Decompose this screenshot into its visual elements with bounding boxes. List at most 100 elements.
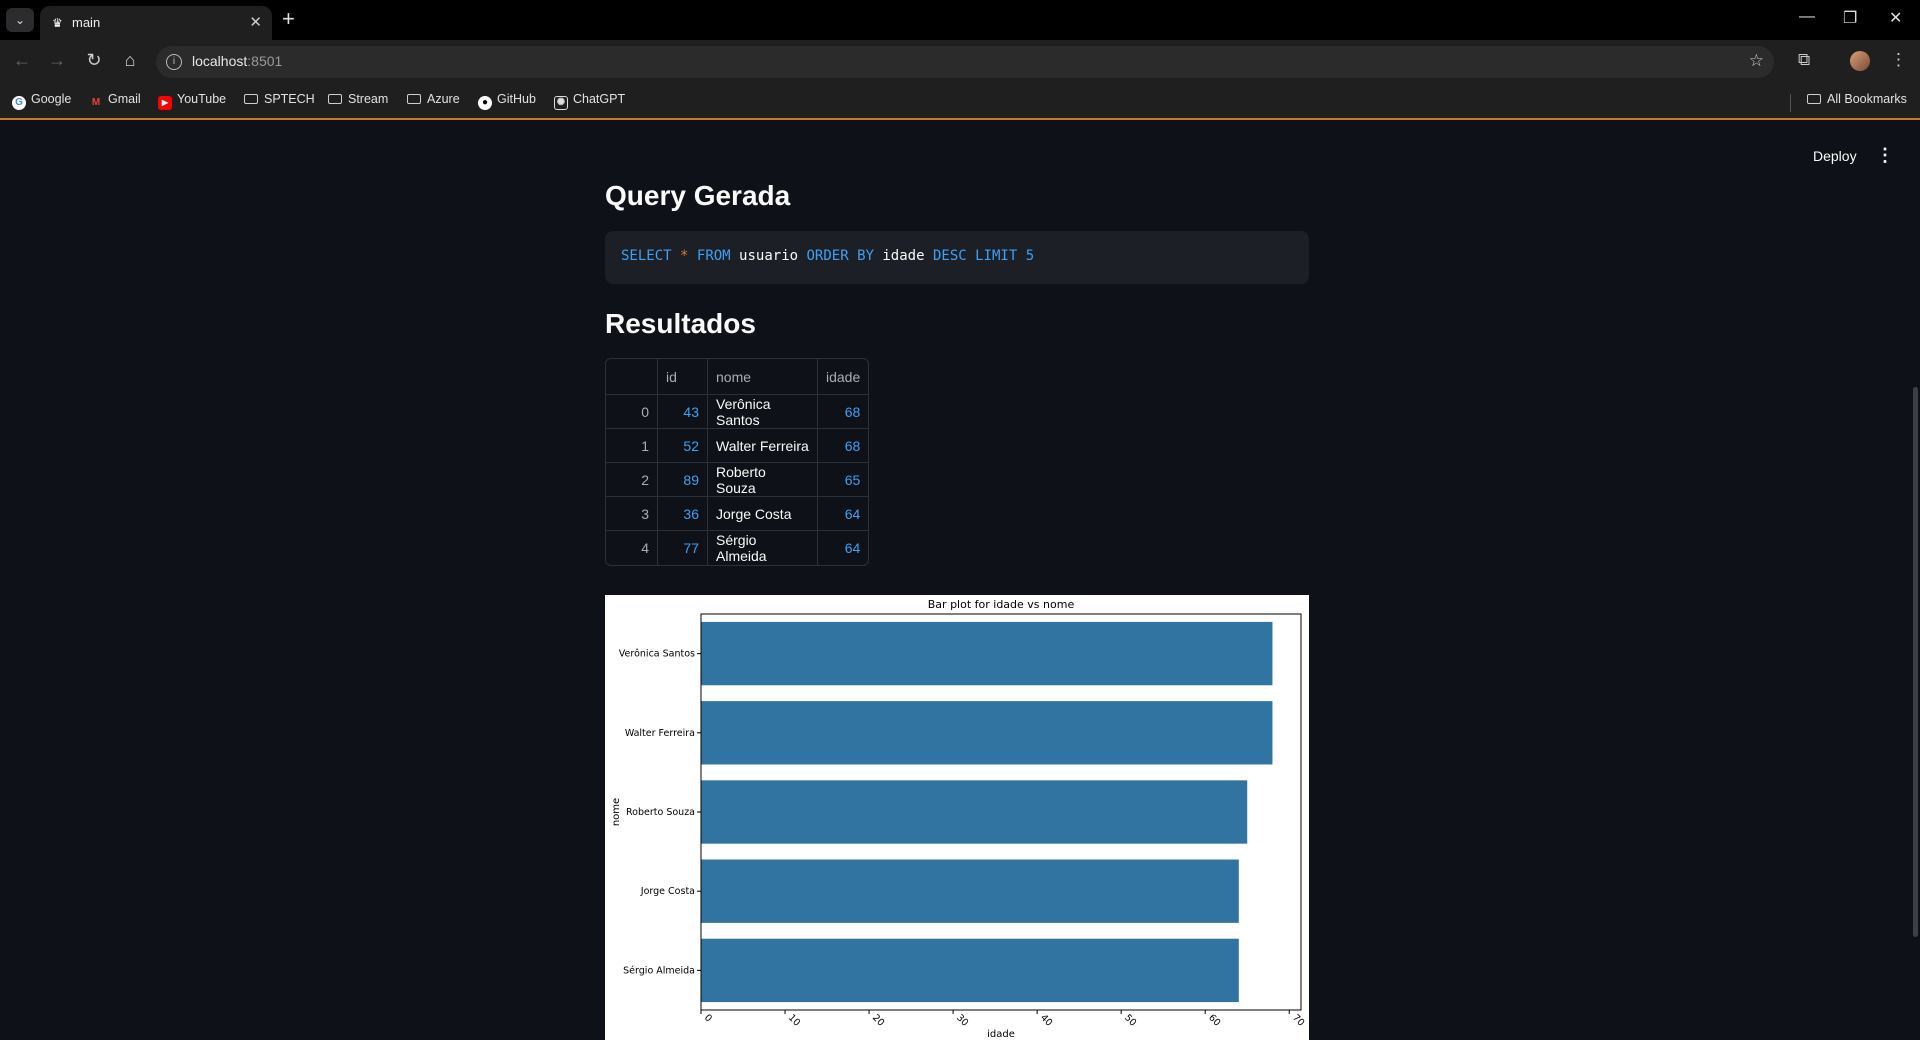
page-scrollbar[interactable] [1913, 387, 1918, 937]
reload-icon[interactable]: ↻ [82, 50, 106, 71]
bookmark-gmail[interactable]: M Gmail [89, 92, 141, 110]
cell-nome[interactable]: Walter Ferreira [708, 429, 818, 463]
browser-tab-strip: ⌄ ♛ main ✕ + — ❐ ✕ [0, 0, 1920, 40]
all-bookmarks[interactable]: All Bookmarks [1807, 92, 1907, 106]
tab-title: main [72, 15, 101, 30]
x-tick-label: 70 [1290, 1012, 1306, 1028]
bookmark-sptech[interactable]: SPTECH [244, 92, 315, 106]
results-heading: Resultados [605, 308, 756, 339]
sql-query-text: SELECT * FROM usuario ORDER BY idade DES… [621, 248, 1035, 264]
table-row: 3 36 Jorge Costa 64 [606, 497, 869, 531]
bookmark-github[interactable]: ● GitHub [478, 92, 536, 110]
y-tick-label: Walter Ferreira [625, 728, 695, 739]
bookmarks-divider [1790, 94, 1791, 112]
table-row: 0 43 Verônica Santos 68 [606, 395, 869, 429]
table-row: 1 52 Walter Ferreira 68 [606, 429, 869, 463]
bar [701, 780, 1248, 844]
folder-icon [1807, 94, 1821, 104]
gmail-icon: M [91, 97, 101, 108]
browser-menu-kebab-icon[interactable]: ⋮ [1890, 50, 1907, 70]
bookmarks-bar: G Google M Gmail ▶ YouTube SPTECH Stream Az… [0, 84, 1920, 120]
column-header-nome[interactable]: nome [708, 359, 818, 395]
cell-idade[interactable]: 65 [818, 463, 869, 497]
cell-nome[interactable]: Verônica Santos [708, 395, 818, 429]
x-tick-label: 50 [1122, 1012, 1138, 1028]
browser-tab[interactable]: ♛ main ✕ [40, 6, 272, 40]
close-tab-icon[interactable]: ✕ [249, 13, 262, 31]
cell-id[interactable]: 89 [658, 463, 708, 497]
cell-id[interactable]: 52 [658, 429, 708, 463]
github-icon: ● [478, 96, 492, 110]
back-arrow-icon[interactable]: ← [10, 50, 34, 71]
table-row: 2 89 Roberto Souza 65 [606, 463, 869, 497]
app-menu-kebab-icon[interactable]: ⋮ [1876, 145, 1894, 166]
bar-chart-svg: Bar plot for idade vs nome Verônica Santo… [611, 598, 1306, 1040]
browser-toolbar: ← → ↻ ⌂ i localhost:8501 ☆ ⧉ ⋮ [0, 40, 1920, 84]
cell-nome[interactable]: Jorge Costa [708, 497, 818, 531]
y-tick-label: Verônica Santos [619, 649, 695, 660]
bar [701, 621, 1273, 686]
close-window-icon[interactable]: ✕ [1889, 8, 1902, 28]
bar [701, 859, 1239, 923]
site-info-icon[interactable]: i [166, 54, 182, 70]
profile-avatar[interactable] [1850, 51, 1870, 71]
y-tick-label: Roberto Souza [626, 807, 695, 818]
chart-title: Bar plot for idade vs nome [928, 598, 1075, 611]
cell-idade[interactable]: 64 [818, 531, 868, 565]
address-bar[interactable]: i localhost:8501 ☆ [156, 46, 1774, 78]
cell-id[interactable]: 43 [658, 395, 708, 429]
google-icon: G [12, 96, 26, 110]
row-index: 3 [606, 497, 658, 531]
tab-search-chevron-icon[interactable]: ⌄ [6, 8, 34, 32]
folder-icon [328, 94, 342, 104]
cell-nome[interactable]: Roberto Souza [708, 463, 818, 497]
x-tick-label: 0 [702, 1012, 714, 1024]
x-tick-label: 40 [1038, 1012, 1054, 1028]
row-index: 2 [606, 463, 658, 497]
youtube-icon: ▶ [158, 96, 172, 110]
sql-code-block: SELECT * FROM usuario ORDER BY idade DES… [605, 231, 1309, 284]
extensions-puzzle-icon[interactable]: ⧉ [1798, 50, 1810, 70]
deploy-button[interactable]: Deploy [1813, 148, 1857, 164]
restore-window-icon[interactable]: ❐ [1843, 8, 1857, 28]
bar-chart: Bar plot for idade vs nome Verônica Santo… [605, 595, 1309, 1040]
forward-arrow-icon[interactable]: → [45, 50, 69, 71]
home-icon[interactable]: ⌂ [118, 50, 142, 71]
y-axis-label: nome [611, 798, 622, 826]
minimize-icon[interactable]: — [1799, 8, 1815, 26]
column-header-index[interactable] [606, 359, 658, 395]
x-axis-label: idade [987, 1029, 1015, 1040]
x-tick-label: 20 [870, 1012, 886, 1028]
cell-idade[interactable]: 68 [818, 429, 869, 463]
chatgpt-icon: ✺ [554, 96, 568, 110]
new-tab-plus-icon[interactable]: + [282, 6, 295, 32]
folder-icon [244, 94, 258, 104]
row-index: 0 [606, 395, 658, 429]
cell-idade[interactable]: 68 [818, 395, 869, 429]
bookmark-star-icon[interactable]: ☆ [1749, 51, 1764, 71]
x-tick-label: 10 [786, 1012, 802, 1028]
bookmark-youtube[interactable]: ▶ YouTube [158, 92, 226, 110]
cell-id[interactable]: 77 [658, 531, 708, 565]
bar [701, 701, 1273, 765]
table-row: 4 77 Sérgio Almeida 64 [606, 531, 868, 565]
bookmark-chatgpt[interactable]: ✺ ChatGPT [554, 92, 625, 110]
column-header-id[interactable]: id [658, 359, 708, 395]
y-tick-label: Sérgio Almeida [623, 965, 695, 976]
cell-nome[interactable]: Sérgio Almeida [708, 531, 818, 565]
row-index: 4 [606, 531, 658, 565]
bookmark-stream[interactable]: Stream [328, 92, 388, 106]
streamlit-crown-icon: ♛ [52, 16, 63, 30]
row-index: 1 [606, 429, 658, 463]
y-tick-label: Jorge Costa [640, 886, 695, 897]
cell-idade[interactable]: 64 [818, 497, 869, 531]
x-tick-label: 60 [1206, 1012, 1222, 1028]
results-dataframe[interactable]: id nome idade 0 43 Verônica Santos 68 1 … [605, 358, 870, 566]
column-header-idade[interactable]: idade [818, 359, 869, 395]
query-heading: Query Gerada [605, 180, 791, 211]
cell-id[interactable]: 36 [658, 497, 708, 531]
table-header-row: id nome idade [606, 359, 869, 395]
bar [701, 938, 1239, 1003]
bookmark-azure[interactable]: Azure [407, 92, 460, 106]
bookmark-google[interactable]: G Google [12, 92, 71, 110]
